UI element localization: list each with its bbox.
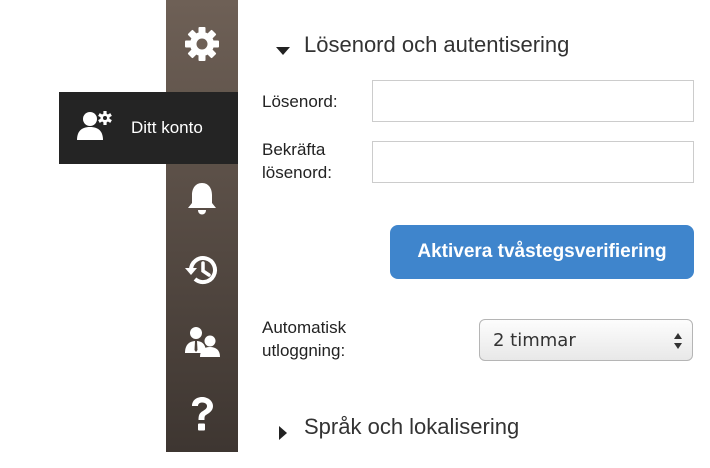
auto-logout-label-line2: utloggning: (262, 341, 346, 360)
auto-logout-value: 2 timmar (493, 329, 576, 351)
section-toggle-language[interactable]: Språk och lokalisering (276, 414, 519, 440)
password-field[interactable] (372, 80, 694, 122)
section-title: Språk och lokalisering (304, 414, 520, 439)
user-settings-icon (77, 110, 113, 147)
triangle-right-icon (276, 420, 290, 440)
auto-logout-label-line1: Automatisk (262, 318, 347, 337)
sidebar-item-label: Ditt konto (131, 118, 203, 137)
confirm-password-field[interactable] (372, 141, 694, 183)
question-icon (189, 396, 215, 437)
confirm-label-line2: lösenord: (262, 163, 332, 182)
bell-icon (186, 181, 218, 220)
sidebar-item-settings[interactable] (166, 0, 238, 92)
sidebar-item-notifications[interactable] (166, 164, 238, 236)
section-title: Lösenord och autentisering (304, 32, 570, 57)
select-arrows-icon (673, 331, 683, 351)
sidebar-item-history[interactable] (166, 236, 238, 308)
triangle-down-icon (276, 38, 290, 55)
auto-logout-label: Automatisk utloggning: (262, 316, 346, 362)
sidebar-item-account[interactable]: Ditt konto (59, 92, 238, 164)
sidebar-item-users[interactable] (166, 308, 238, 380)
history-icon (185, 254, 219, 291)
auto-logout-select[interactable]: 2 timmar (479, 319, 693, 361)
sidebar-item-help[interactable] (166, 380, 238, 452)
gear-icon (184, 26, 220, 67)
enable-two-factor-button[interactable]: Aktivera tvåstegsverifiering (390, 225, 694, 279)
section-toggle-password[interactable]: Lösenord och autentisering (276, 32, 569, 58)
users-icon (184, 326, 220, 363)
password-label: Lösenord: (262, 92, 338, 111)
confirm-label-line1: Bekräfta (262, 140, 326, 159)
confirm-password-label: Bekräfta lösenord: (262, 138, 332, 184)
